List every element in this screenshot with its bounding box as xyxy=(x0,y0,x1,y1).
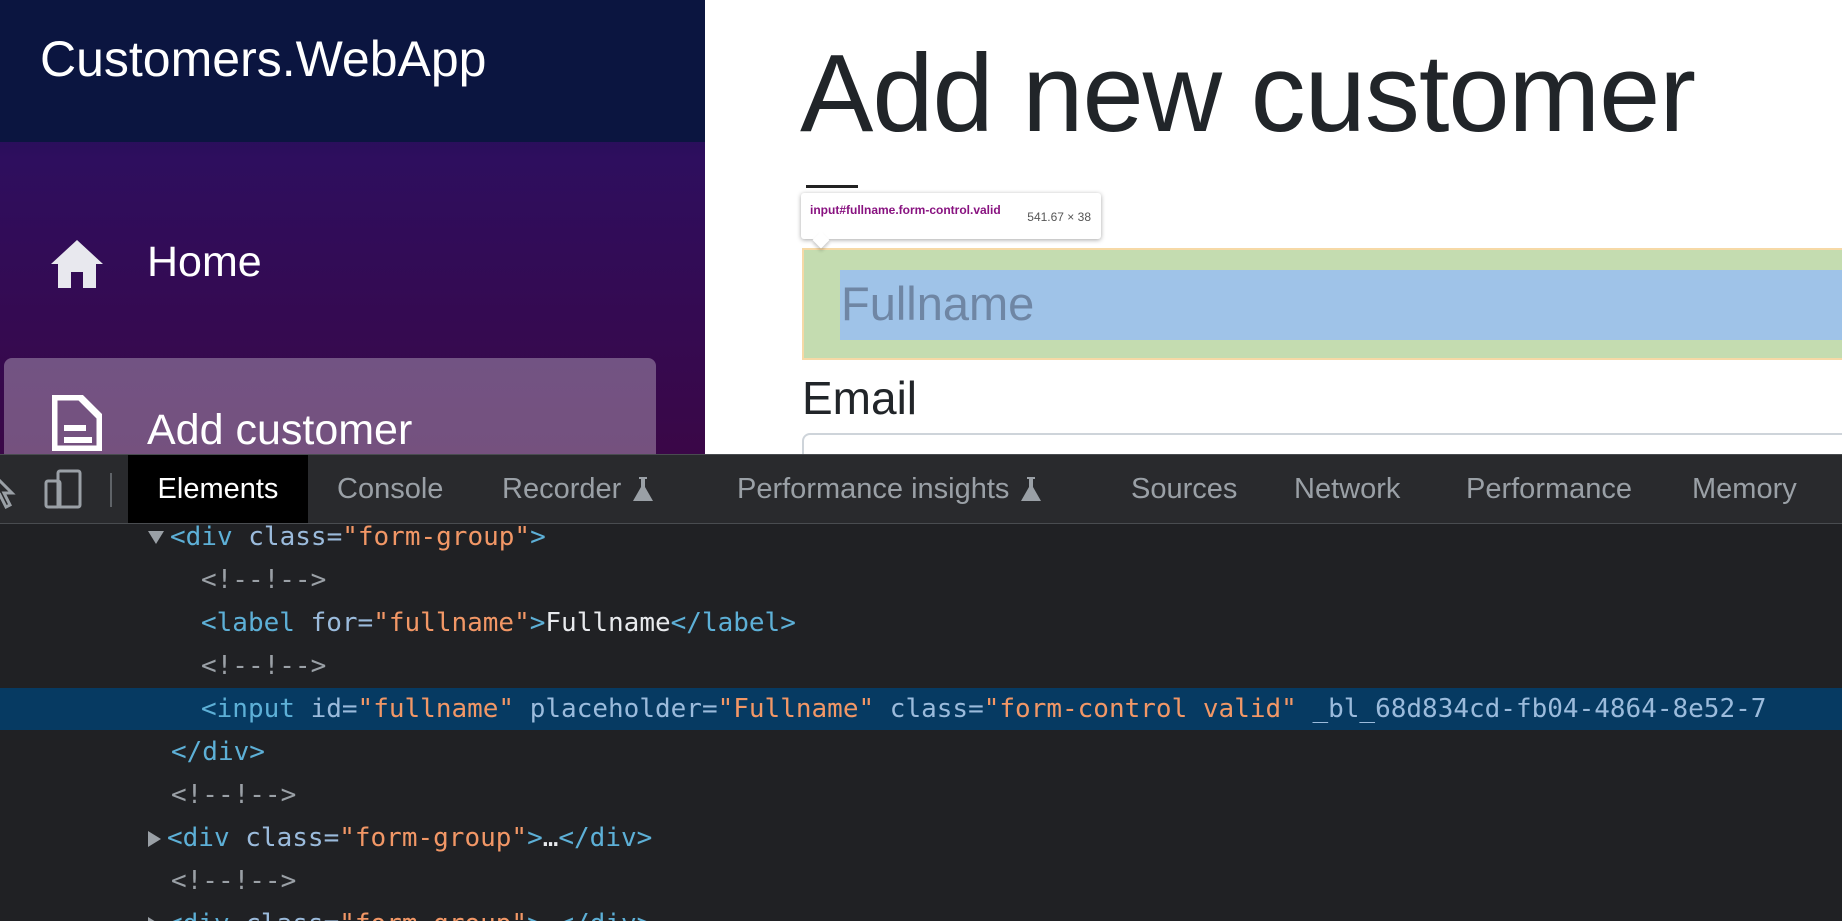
comment-node: <!--!--> xyxy=(171,866,297,896)
tab-memory[interactable]: Memory xyxy=(1692,455,1797,523)
dom-tree: <div class="form-group"> <!--!--> <label… xyxy=(0,522,1842,921)
sidebar-header: Customers.WebApp xyxy=(0,0,705,142)
attr-value: "fullname" xyxy=(373,608,530,638)
attr-value: "fullname" xyxy=(357,694,515,724)
page-title: Add new customer xyxy=(800,32,1696,155)
attr-name: _bl_68d834cd-fb04-4864-8e52-7 xyxy=(1312,694,1767,724)
tab-label: Performance xyxy=(1466,472,1633,505)
expand-triangle-icon[interactable] xyxy=(148,916,161,921)
ellipsis: … xyxy=(543,909,559,921)
tab-label: Network xyxy=(1294,472,1401,505)
toolbar-divider xyxy=(110,473,112,507)
email-input[interactable] xyxy=(802,433,1842,454)
attr-value: "form-group" xyxy=(342,522,531,552)
fullname-label-fragment xyxy=(806,185,858,193)
comment-node: <!--!--> xyxy=(201,651,327,681)
devtools-panel: Elements Console Recorder Performance in… xyxy=(0,454,1842,921)
dom-node-line[interactable]: <!--!--> xyxy=(0,559,1842,601)
tag-open: <div xyxy=(167,909,230,921)
attr-value: "Fullname" xyxy=(717,694,875,724)
tooltip-dimensions: 541.67 × 38 xyxy=(1027,210,1091,224)
comment-node: <!--!--> xyxy=(171,780,297,810)
tab-performance[interactable]: Performance xyxy=(1466,455,1632,523)
tab-label: Console xyxy=(337,472,444,505)
comment-node: <!--!--> xyxy=(201,565,327,595)
tab-label: Sources xyxy=(1131,472,1238,505)
email-label: Email xyxy=(802,372,918,424)
text-node: Fullname xyxy=(545,608,671,638)
tag-end: </div> xyxy=(558,823,653,853)
fullname-placeholder: Fullname xyxy=(841,277,1035,330)
tag-close: > xyxy=(527,909,543,921)
tab-performance-insights[interactable]: Performance insights xyxy=(737,455,1042,523)
expand-triangle-icon[interactable] xyxy=(148,830,161,847)
tab-label: Memory xyxy=(1692,472,1797,505)
tab-label: Performance insights xyxy=(737,472,1010,505)
attr-name: class xyxy=(245,909,323,921)
flask-icon xyxy=(633,475,654,503)
sidebar-item-label: Home xyxy=(147,238,262,286)
flask-icon xyxy=(1021,475,1042,503)
attr-value: "form-control valid" xyxy=(983,694,1297,724)
sidebar: Customers.WebApp Home Add customer xyxy=(0,0,705,454)
tab-label: Elements xyxy=(157,472,279,505)
tag-end: </div> xyxy=(558,909,652,921)
dom-node-line-selected[interactable]: <input id="fullname" placeholder="Fullna… xyxy=(0,688,1842,730)
dom-node-line[interactable]: <div class="form-group">…</div> xyxy=(0,817,1842,859)
attr-name: class xyxy=(245,823,324,853)
device-toolbar-icon[interactable] xyxy=(44,469,84,509)
inspect-tooltip: input#fullname.form-control.valid 541.67… xyxy=(801,193,1101,239)
collapse-triangle-icon[interactable] xyxy=(148,531,164,544)
tab-label: Recorder xyxy=(502,472,622,505)
tab-sources[interactable]: Sources xyxy=(1131,455,1237,523)
sidebar-item-label: Add customer xyxy=(147,406,413,454)
tab-recorder[interactable]: Recorder xyxy=(502,455,654,523)
tab-console[interactable]: Console xyxy=(337,455,443,523)
dom-node-line[interactable]: <div class="form-group"> xyxy=(0,516,1842,558)
dom-node-line[interactable]: <label for="fullname">Fullname</label> xyxy=(0,602,1842,644)
tooltip-selector: input#fullname.form-control.valid xyxy=(810,203,1001,217)
tag-close: > xyxy=(529,608,546,638)
tag-open: <input xyxy=(201,694,295,724)
attr-name: placeholder xyxy=(529,694,702,724)
dom-node-line[interactable]: <!--!--> xyxy=(0,645,1842,687)
inspect-element-icon[interactable] xyxy=(0,469,30,510)
attr-value: "form-group" xyxy=(339,823,528,853)
tag-end: </label> xyxy=(670,608,796,638)
document-icon xyxy=(48,394,106,452)
sidebar-item-home[interactable]: Home xyxy=(0,228,656,300)
dom-node-line[interactable]: <!--!--> xyxy=(0,860,1842,902)
attr-name: id xyxy=(310,694,342,724)
tag-close: > xyxy=(530,522,546,552)
tag-open: <div xyxy=(170,522,233,552)
dom-node-line[interactable]: </div> xyxy=(0,731,1842,773)
brand-title[interactable]: Customers.WebApp xyxy=(40,30,486,88)
dom-node-line[interactable]: <div class="form-group">…</div> xyxy=(0,903,1842,921)
tab-network[interactable]: Network xyxy=(1294,455,1400,523)
tag-end: </div> xyxy=(171,737,265,767)
tag-close: > xyxy=(527,823,543,853)
home-icon xyxy=(48,235,106,293)
ellipsis: … xyxy=(542,823,559,853)
attr-name: class xyxy=(889,694,969,724)
attr-name: for xyxy=(310,608,358,638)
devtools-toolbar: Elements Console Recorder Performance in… xyxy=(0,454,1842,524)
attr-value: "form-group" xyxy=(339,909,527,921)
dom-node-line[interactable]: <!--!--> xyxy=(0,774,1842,816)
tab-elements[interactable]: Elements xyxy=(128,455,308,523)
main-content: Add new customer Fullname input#fullname… xyxy=(705,0,1842,454)
attr-name: class xyxy=(248,522,327,552)
tag-open: <div xyxy=(167,823,230,853)
tag-open: <label xyxy=(201,608,295,638)
sidebar-item-add-customer[interactable]: Add customer xyxy=(4,358,656,454)
